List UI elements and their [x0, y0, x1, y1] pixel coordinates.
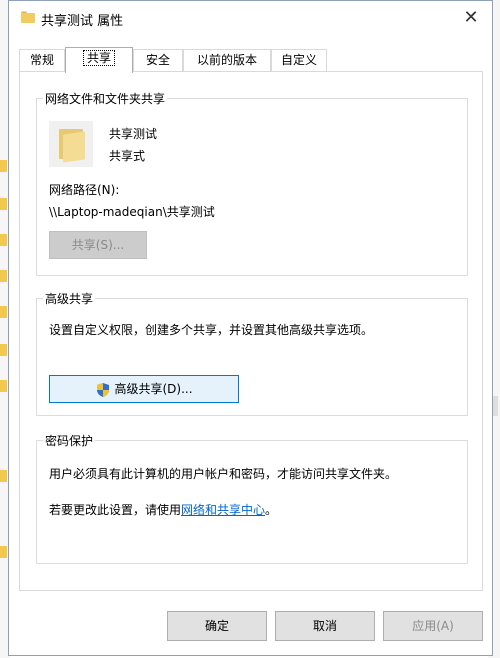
window-title: 共享测试 属性 [41, 14, 124, 29]
change-setting-suffix: 。 [265, 503, 278, 517]
folder-icon [21, 11, 35, 23]
advanced-sharing-group: 高级共享 设置自定义权限，创建多个共享，并设置其他高级共享选项。 高级共享(D)… [36, 290, 468, 416]
change-setting-prefix: 若要更改此设置，请使用 [49, 503, 182, 517]
tab-previous-versions[interactable]: 以前的版本 [183, 49, 271, 71]
change-setting-text: 若要更改此设置，请使用网络和共享中心。 [49, 501, 277, 518]
advanced-sharing-button[interactable]: 高级共享(D)... [49, 375, 239, 403]
cancel-button[interactable]: 取消 [275, 611, 375, 641]
network-sharing-label: 网络文件和文件夹共享 [43, 90, 168, 107]
tab-general[interactable]: 常规 [19, 49, 65, 71]
password-protection-group: 密码保护 用户必须具有此计算机的用户帐户和密码，才能访问共享文件夹。 若要更改此… [36, 432, 468, 564]
tab-security[interactable]: 安全 [133, 49, 183, 71]
apply-button[interactable]: 应用(A) [383, 611, 483, 641]
ok-button[interactable]: 确定 [167, 611, 267, 641]
sharing-panel: 网络文件和文件夹共享 共享测试 共享式 网络路径(N): \\Laptop-ma… [19, 71, 483, 591]
folder-icon [49, 121, 93, 167]
share-button[interactable]: 共享(S)... [49, 231, 147, 259]
title-bar[interactable]: 共享测试 属性 ✕ [9, 1, 492, 35]
password-protection-description: 用户必须具有此计算机的用户帐户和密码，才能访问共享文件夹。 [49, 467, 398, 481]
advanced-sharing-label: 高级共享 [43, 290, 96, 307]
network-path-label: 网络路径(N): [49, 183, 120, 197]
close-button[interactable]: ✕ [456, 5, 486, 31]
password-protection-label: 密码保护 [43, 432, 96, 449]
network-path-value: \\Laptop-madeqian\共享测试 [49, 205, 215, 219]
shared-folder-name: 共享测试 [109, 127, 158, 141]
tab-customize[interactable]: 自定义 [271, 49, 327, 71]
advanced-sharing-button-label: 高级共享(D)... [114, 382, 193, 396]
tab-sharing-label: 共享 [82, 50, 115, 66]
network-sharing-center-link[interactable]: 网络和共享中心 [181, 503, 265, 517]
network-sharing-group: 网络文件和文件夹共享 共享测试 共享式 网络路径(N): \\Laptop-ma… [36, 90, 468, 276]
uac-shield-icon [97, 382, 110, 397]
share-state: 共享式 [109, 149, 146, 163]
tab-sharing[interactable]: 共享 [65, 47, 133, 73]
properties-dialog: 共享测试 属性 ✕ 常规 共享 安全 以前的版本 自定义 网络文件和文件夹共享 … [8, 0, 493, 656]
advanced-sharing-description: 设置自定义权限，创建多个共享，并设置其他高级共享选项。 [49, 323, 374, 337]
